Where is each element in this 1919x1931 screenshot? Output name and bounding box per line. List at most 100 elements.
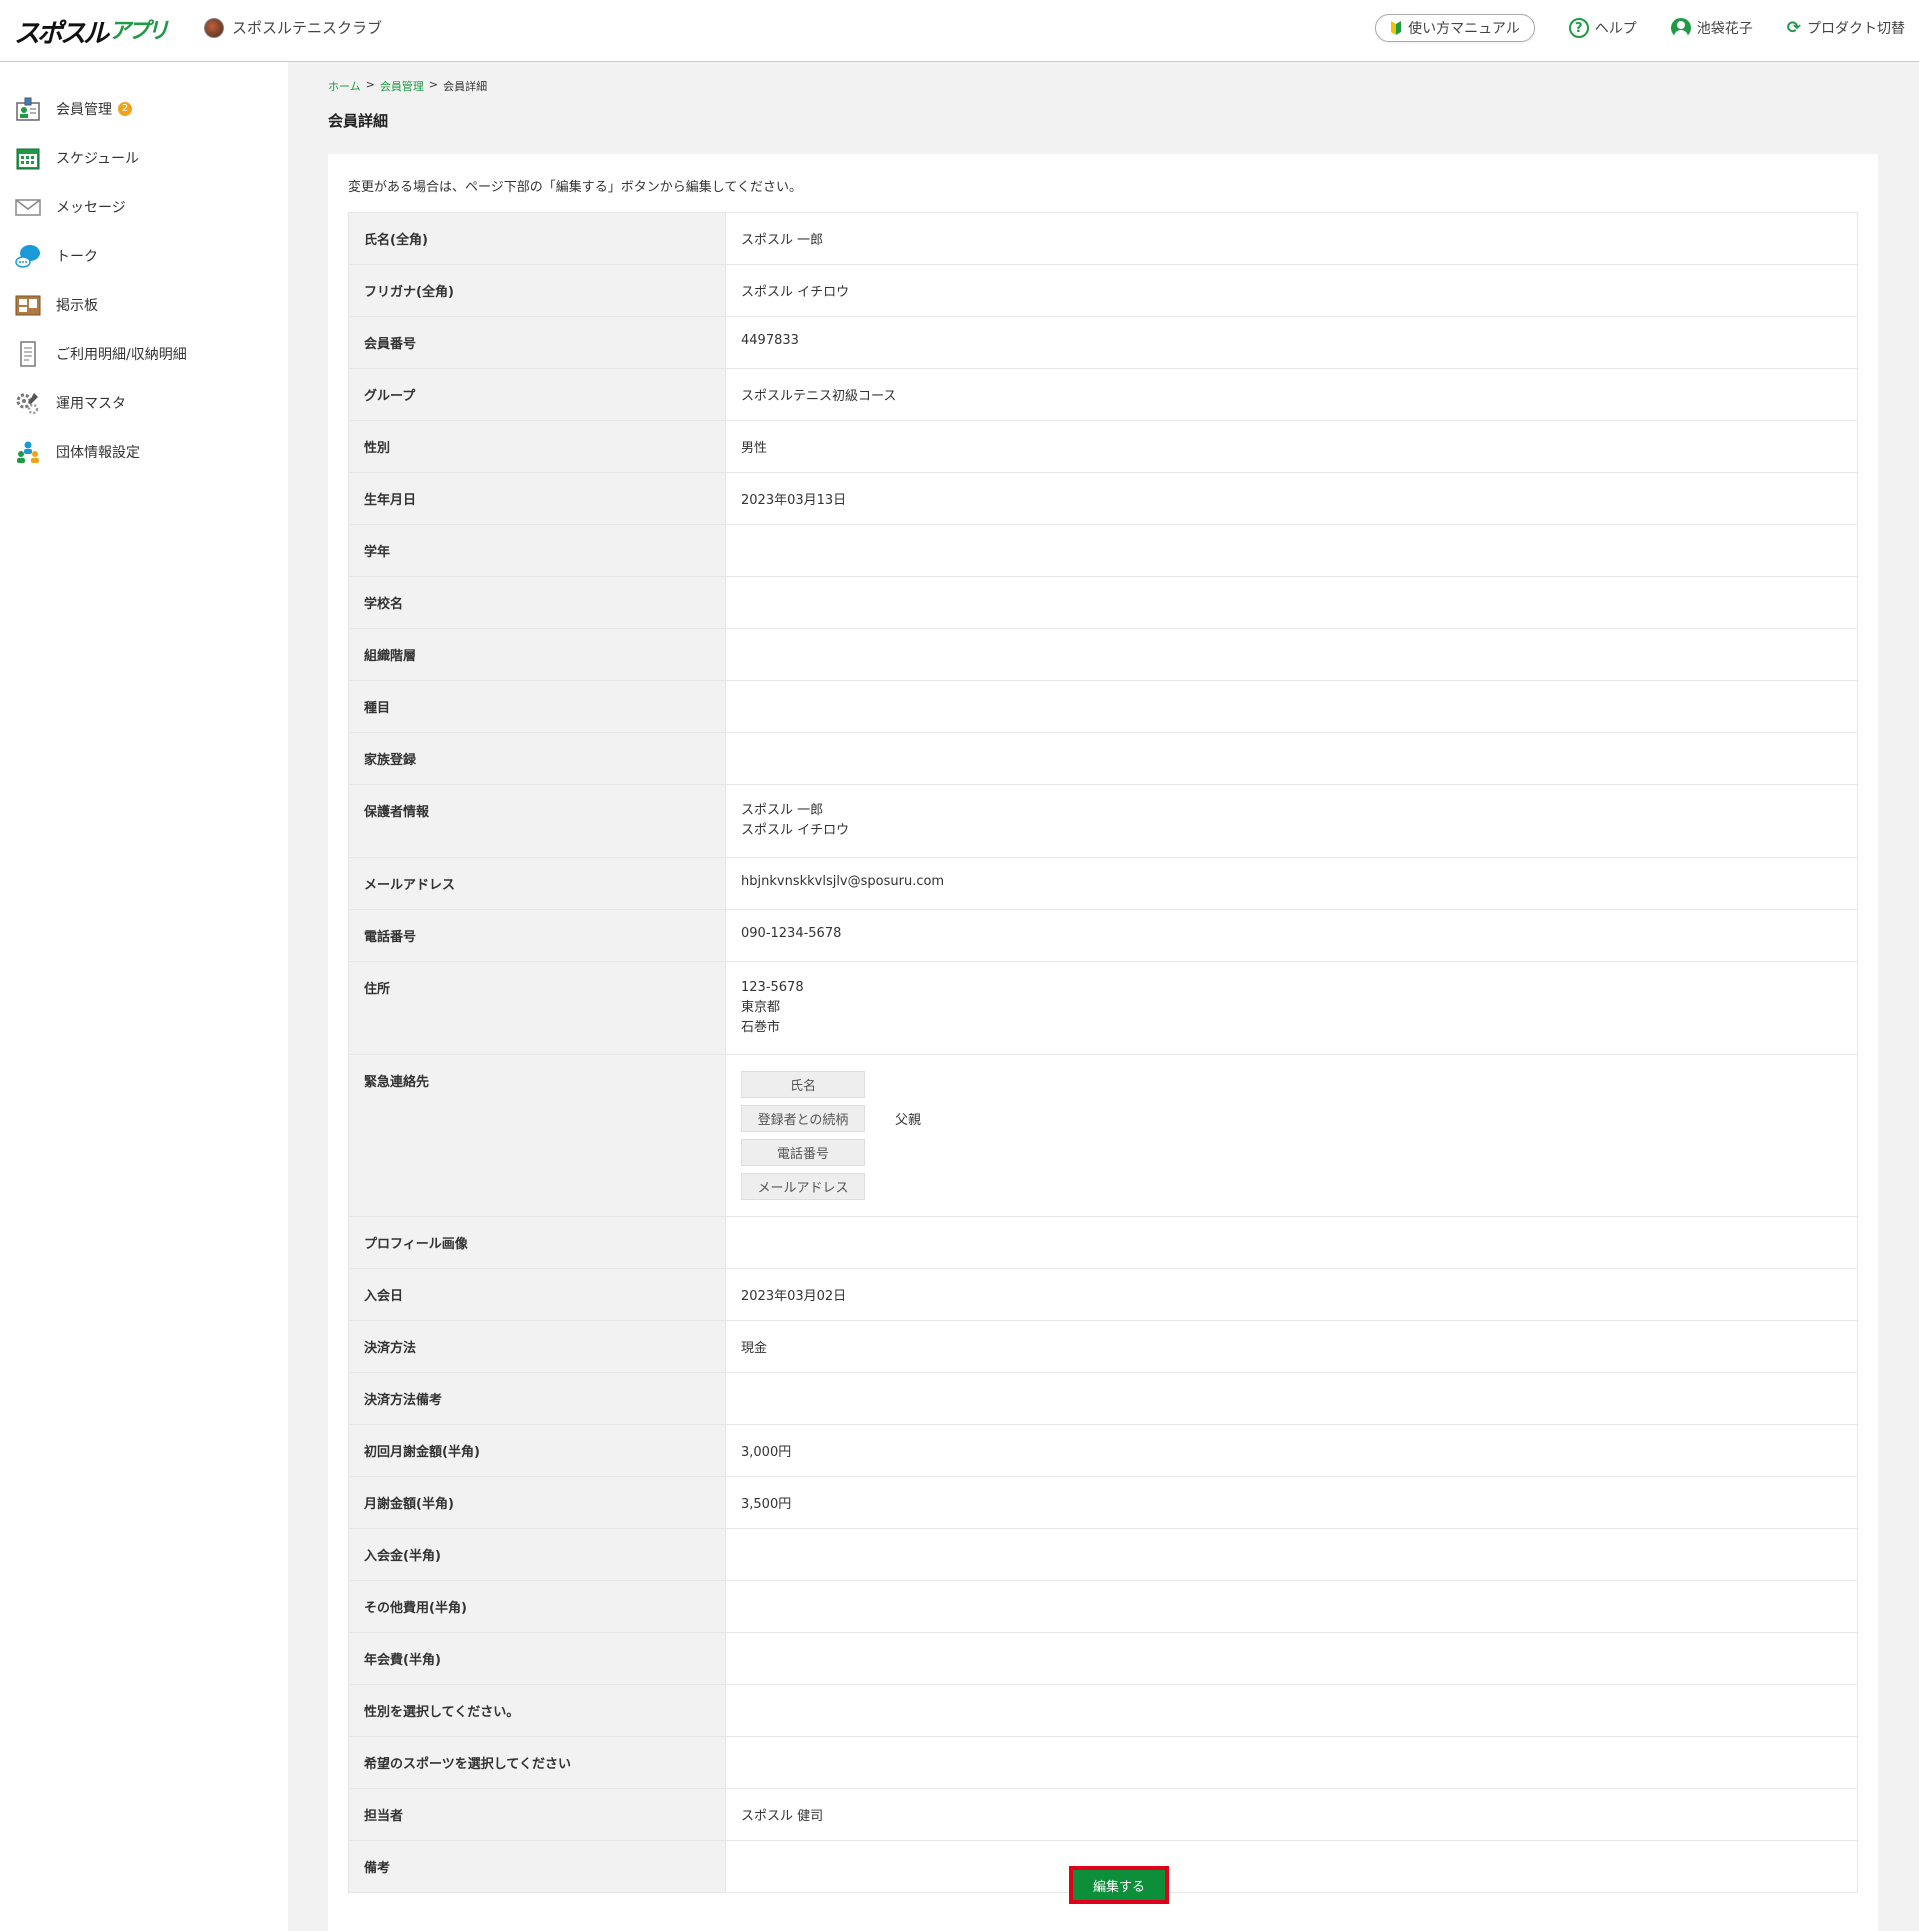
- field-value: 3,500円: [725, 1476, 1858, 1529]
- sidebar-item-label: 運用マスタ: [56, 395, 126, 412]
- table-row: 家族登録: [348, 732, 1858, 785]
- field-label: 月謝金額(半角): [348, 1476, 726, 1529]
- sidebar-item-bulletin[interactable]: 掲示板: [0, 280, 288, 329]
- breadcrumb-members-link[interactable]: 会員管理: [380, 78, 424, 94]
- sidebar-item-billing[interactable]: ご利用明細/収納明細: [0, 329, 288, 378]
- edit-button[interactable]: 編集する: [1069, 1866, 1169, 1904]
- main-content: ホーム > 会員管理 > 会員詳細 会員詳細 変更がある場合は、ページ下部の「編…: [288, 62, 1919, 1931]
- table-row: グループ スポスルテニス初級コース: [348, 368, 1858, 421]
- sidebar-item-group-settings[interactable]: 団体情報設定: [0, 427, 288, 476]
- table-row: 氏名(全角) スポスル 一郎: [348, 212, 1858, 265]
- prefecture: 東京都: [741, 1000, 781, 1015]
- help-link[interactable]: ? ヘルプ: [1568, 14, 1637, 42]
- sidebar-item-talk[interactable]: トーク: [0, 231, 288, 280]
- club-name: スポスルテニスクラブ: [232, 19, 383, 37]
- table-row: 年会費(半角): [348, 1632, 1858, 1685]
- emergency-relation-label: 登録者との続柄: [741, 1105, 865, 1132]
- envelope-icon: [14, 193, 42, 221]
- postal-code: 123-5678: [741, 980, 804, 995]
- breadcrumb-home-link[interactable]: ホーム: [328, 78, 361, 94]
- field-label: その他費用(半角): [348, 1580, 726, 1633]
- field-value: 123-5678 東京都 石巻市: [725, 961, 1858, 1055]
- table-row: 学年: [348, 524, 1858, 577]
- notification-badge: 2: [118, 101, 132, 116]
- table-row: プロフィール画像: [348, 1216, 1858, 1269]
- field-value: スポスル 一郎 スポスル イチロウ: [725, 784, 1858, 858]
- emergency-row: メールアドレス: [741, 1173, 1842, 1200]
- field-value: [725, 732, 1858, 785]
- field-label: 初回月謝金額(半角): [348, 1424, 726, 1477]
- table-row: 初回月謝金額(半角) 3,000円: [348, 1424, 1858, 1477]
- field-label: 家族登録: [348, 732, 726, 785]
- breadcrumb-separator: >: [365, 78, 375, 91]
- manual-label: 使い方マニュアル: [1408, 21, 1520, 37]
- guardian-kana: スポスル イチロウ: [741, 823, 850, 838]
- field-label: 生年月日: [348, 472, 726, 525]
- user-menu[interactable]: 池袋花子: [1670, 14, 1753, 42]
- field-label: フリガナ(全角): [348, 264, 726, 317]
- svg-text:アプリ: アプリ: [109, 19, 169, 44]
- receipt-icon: [14, 340, 42, 368]
- table-row: 生年月日 2023年03月13日: [348, 472, 1858, 525]
- field-label: プロフィール画像: [348, 1216, 726, 1269]
- user-avatar-icon: [1670, 18, 1691, 38]
- sidebar-item-schedule[interactable]: スケジュール: [0, 133, 288, 182]
- field-label: 氏名(全角): [348, 212, 726, 265]
- sidebar-item-messages[interactable]: メッセージ: [0, 182, 288, 231]
- field-value: 2023年03月02日: [725, 1268, 1858, 1321]
- sidebar-item-label: メッセージ: [56, 199, 126, 216]
- table-row: 決済方法備考: [348, 1372, 1858, 1425]
- field-value: [725, 524, 1858, 577]
- club-emblem-icon: [204, 17, 224, 38]
- field-value: hbjnkvnskkvlsjlv@sposuru.com: [725, 857, 1858, 910]
- page-title: 会員詳細: [328, 112, 389, 130]
- sposuru-logo[interactable]: スポスル アプリ: [14, 10, 180, 50]
- table-row: 保護者情報 スポスル 一郎 スポスル イチロウ: [348, 784, 1858, 858]
- emergency-row: 氏名: [741, 1071, 1842, 1098]
- group-settings-icon: [14, 438, 42, 466]
- chat-bubble-icon: [14, 242, 42, 270]
- table-row: 月謝金額(半角) 3,500円: [348, 1476, 1858, 1529]
- field-value: スポスル イチロウ: [725, 264, 1858, 317]
- field-label: 電話番号: [348, 909, 726, 962]
- table-row: 希望のスポーツを選択してください: [348, 1736, 1858, 1789]
- field-value: [725, 1840, 1858, 1893]
- table-row: 学校名: [348, 576, 1858, 629]
- bulletin-board-icon: [14, 291, 42, 319]
- field-value: [725, 1372, 1858, 1425]
- field-value: [725, 576, 1858, 629]
- field-value: [725, 680, 1858, 733]
- field-label: 住所: [348, 961, 726, 1055]
- calendar-icon: [14, 144, 42, 172]
- gear-wrench-icon: [14, 389, 42, 417]
- manual-button[interactable]: 使い方マニュアル: [1375, 14, 1535, 42]
- product-switch-button[interactable]: ⟳ プロダクト切替: [1787, 14, 1905, 42]
- field-value: [725, 1528, 1858, 1581]
- field-label: 緊急連絡先: [348, 1054, 726, 1217]
- sidebar-item-operation-master[interactable]: 運用マスタ: [0, 378, 288, 427]
- city: 石巻市: [741, 1020, 781, 1035]
- club-switcher[interactable]: スポスルテニスクラブ: [204, 17, 382, 38]
- table-row: 決済方法 現金: [348, 1320, 1858, 1373]
- members-icon: [14, 95, 42, 123]
- sidebar-item-members[interactable]: 会員管理 2: [0, 84, 288, 133]
- guardian-name: スポスル 一郎: [741, 803, 824, 818]
- field-label: 性別: [348, 420, 726, 473]
- field-label: 種目: [348, 680, 726, 733]
- table-row: フリガナ(全角) スポスル イチロウ: [348, 264, 1858, 317]
- breadcrumb-current: 会員詳細: [443, 80, 488, 93]
- table-row: 組織階層: [348, 628, 1858, 681]
- svg-text:スポスル: スポスル: [14, 19, 111, 49]
- field-label: メールアドレス: [348, 857, 726, 910]
- field-value: スポスル 一郎: [725, 212, 1858, 265]
- field-value: 3,000円: [725, 1424, 1858, 1477]
- sidebar-item-label: スケジュール: [56, 150, 140, 167]
- sidebar-item-label: 掲示板: [56, 297, 98, 314]
- sidebar-item-label: ご利用明細/収納明細: [56, 346, 187, 363]
- field-label: グループ: [348, 368, 726, 421]
- field-value: 2023年03月13日: [725, 472, 1858, 525]
- table-row: 種目: [348, 680, 1858, 733]
- field-value: [725, 1736, 1858, 1789]
- field-label: 希望のスポーツを選択してください: [348, 1736, 726, 1789]
- field-label: 決済方法備考: [348, 1372, 726, 1425]
